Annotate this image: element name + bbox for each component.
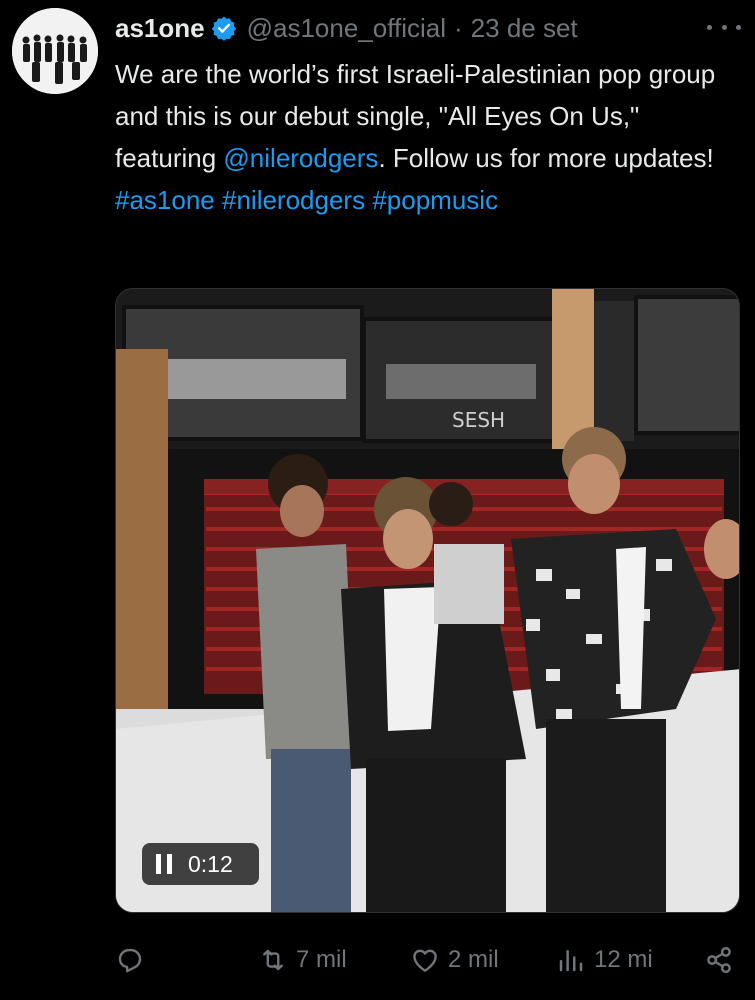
author-name[interactable]: as1one bbox=[115, 13, 205, 44]
hashtag-link[interactable]: #popmusic bbox=[372, 185, 498, 215]
tweet-date[interactable]: 23 de set bbox=[471, 13, 578, 44]
tweet-header: as1one @as1one_official · 23 de set bbox=[115, 8, 741, 48]
avatar[interactable] bbox=[12, 8, 98, 94]
author-handle[interactable]: @as1one_official bbox=[247, 13, 446, 44]
share-button[interactable] bbox=[704, 935, 734, 985]
reply-button[interactable] bbox=[115, 935, 145, 985]
action-bar: 7 mil 2 mil 12 mi bbox=[0, 935, 755, 985]
tweet-text: We are the world’s first Israeli-Palesti… bbox=[115, 53, 740, 221]
like-count: 2 mil bbox=[448, 946, 499, 973]
hashtag-link[interactable]: #nilerodgers bbox=[222, 185, 365, 215]
pause-icon[interactable] bbox=[156, 854, 172, 874]
more-options-icon[interactable] bbox=[707, 14, 741, 40]
video-elapsed-time: 0:12 bbox=[188, 850, 233, 877]
separator-dot: · bbox=[454, 12, 463, 43]
retweet-button[interactable]: 7 mil bbox=[258, 935, 347, 985]
video-player[interactable]: SESH 0:12 bbox=[115, 288, 740, 913]
reply-icon bbox=[118, 948, 142, 973]
heart-icon bbox=[413, 949, 437, 972]
views-chart-icon bbox=[559, 950, 583, 972]
tweet-text-part: . Follow us for more updates! bbox=[378, 143, 714, 173]
share-icon bbox=[707, 946, 731, 974]
sign-text: SESH bbox=[452, 408, 505, 432]
retweet-count: 7 mil bbox=[296, 946, 347, 973]
hashtag-link[interactable]: #as1one bbox=[115, 185, 215, 215]
group-photo-icon bbox=[12, 8, 98, 94]
like-button[interactable]: 2 mil bbox=[410, 935, 499, 985]
verified-badge-icon bbox=[211, 16, 236, 41]
playback-control[interactable]: 0:12 bbox=[142, 843, 259, 885]
mention-link[interactable]: @nilerodgers bbox=[223, 143, 378, 173]
retweet-icon bbox=[263, 949, 283, 971]
views-button[interactable]: 12 mi bbox=[556, 935, 653, 985]
video-frame: SESH bbox=[116, 289, 739, 912]
views-count: 12 mi bbox=[594, 946, 653, 973]
